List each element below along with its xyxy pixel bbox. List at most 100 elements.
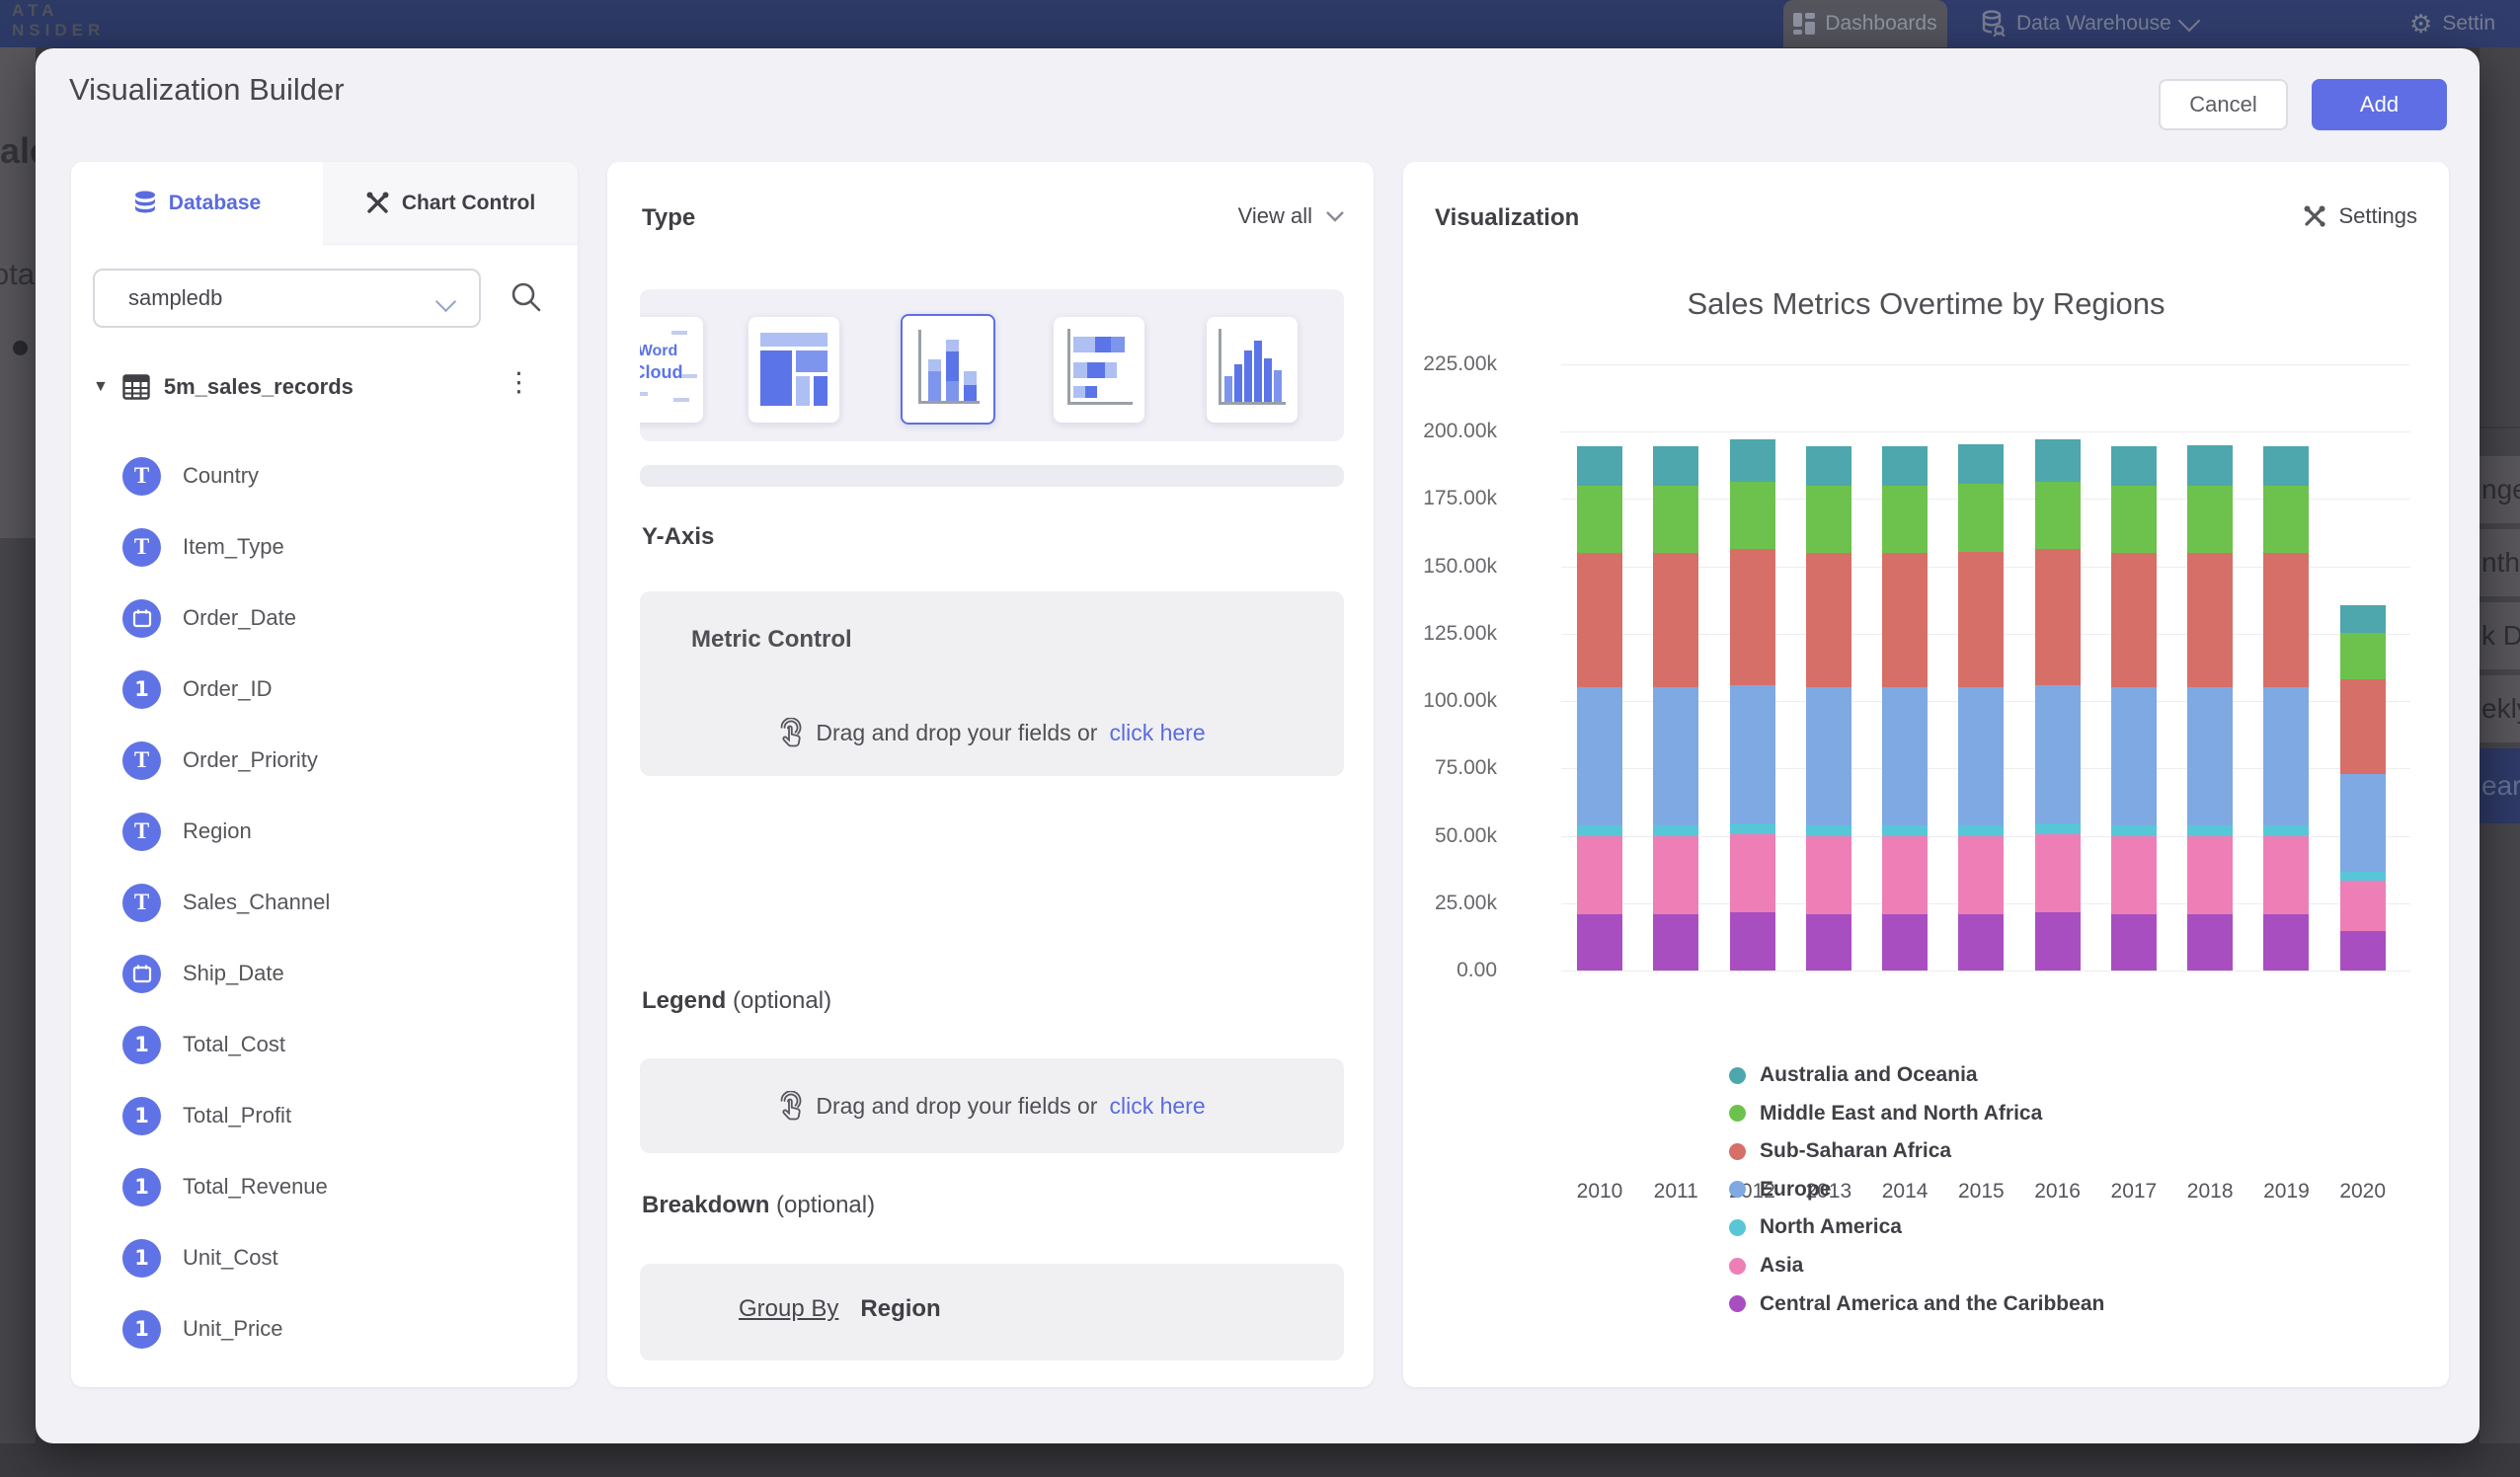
bar-segment [1730, 439, 1775, 481]
field-item-total_profit[interactable]: 1Total_Profit [122, 1086, 291, 1145]
y-axis-tick-label: 100.00k [1378, 689, 1497, 713]
bar-segment [2111, 553, 2157, 687]
cancel-button[interactable]: Cancel [2159, 79, 2288, 130]
bar-segment [2263, 486, 2309, 553]
text-field-icon: T [122, 741, 161, 780]
y-axis-heading: Y-Axis [642, 523, 714, 551]
tab-chart-control[interactable]: Chart Control [323, 162, 578, 245]
field-label: Unit_Price [183, 1316, 282, 1342]
bar-segment [1882, 553, 1928, 687]
field-item-order_id[interactable]: 1Order_ID [122, 660, 272, 719]
bar-segment [1958, 836, 2004, 914]
legend-label: Australia and Oceania [1760, 1063, 1978, 1087]
stacked-bar-2015 [1958, 364, 2004, 971]
bar-segment [2340, 881, 2386, 932]
field-item-country[interactable]: TCountry [122, 446, 259, 505]
chart-type-column[interactable] [1207, 317, 1298, 423]
legend-label: Central America and the Caribbean [1760, 1292, 2104, 1316]
y-axis-tick-label: 150.00k [1378, 555, 1497, 579]
bar-segment [2035, 482, 2081, 549]
bar-segment [2035, 912, 2081, 971]
builder-panel: Type View all Word Cloud Y-Axis Metric C… [607, 162, 1374, 1387]
bar-segment [2340, 774, 2386, 873]
caret-down-icon[interactable]: ▼ [93, 378, 109, 396]
view-all-dropdown[interactable]: View all [1238, 203, 1344, 229]
field-item-unit_cost[interactable]: 1Unit_Cost [122, 1228, 278, 1287]
visualization-builder-modal: Visualization Builder Cancel Add Databas… [36, 48, 2480, 1443]
chart-settings-button[interactable]: Settings [2302, 203, 2418, 229]
horizontal-scrollbar[interactable] [640, 465, 1344, 487]
field-item-total_revenue[interactable]: 1Total_Revenue [122, 1157, 328, 1216]
legend-item: Europe [1729, 1178, 1831, 1202]
bar-segment [1577, 914, 1622, 971]
y-axis-tick-label: 125.00k [1378, 622, 1497, 646]
field-item-total_cost[interactable]: 1Total_Cost [122, 1015, 285, 1074]
number-field-icon: 1 [122, 670, 161, 709]
bar-segment [2035, 823, 2081, 834]
bar-segment [1653, 687, 1698, 824]
click-here-link[interactable]: click here [1109, 1093, 1205, 1120]
chart-type-stacked-bar[interactable] [1054, 317, 1144, 423]
group-by-value[interactable]: Region [860, 1295, 940, 1323]
table-name: 5m_sales_records [164, 374, 354, 400]
bar-segment [1806, 825, 1851, 836]
bar-segment [1882, 486, 1928, 553]
chart-type-treemap[interactable] [748, 317, 839, 423]
bar-segment [1730, 685, 1775, 824]
visualization-panel: Visualization Settings Sales Metrics Ove… [1403, 162, 2449, 1387]
background-list-item: nthly [2480, 529, 2520, 596]
database-select[interactable]: sampledb [93, 269, 481, 328]
field-label: Item_Type [183, 534, 284, 560]
field-item-sales_channel[interactable]: TSales_Channel [122, 873, 330, 932]
chart-type-word-cloud[interactable]: Word Cloud [640, 317, 703, 423]
word-cloud-word: Cloud [640, 362, 703, 383]
bar-segment [2111, 687, 2157, 824]
number-field-icon: 1 [122, 1168, 161, 1206]
field-item-region[interactable]: TRegion [122, 802, 252, 861]
legend-dropzone[interactable]: Drag and drop your fields or click here [640, 1058, 1344, 1153]
chevron-down-icon [2177, 10, 2200, 33]
search-icon[interactable] [510, 280, 543, 314]
bar-segment [2187, 914, 2233, 971]
drag-drop-text: Drag and drop your fields or [816, 720, 1097, 746]
field-item-ship_date[interactable]: Ship_Date [122, 944, 284, 1003]
x-axis-tick-label: 2017 [2094, 1180, 2173, 1204]
metric-control-label: Metric Control [691, 626, 852, 654]
table-menu-kebab-icon[interactable]: ⋮ [506, 367, 532, 398]
stacked-bar-2012 [1730, 364, 1775, 971]
nav-settings[interactable]: ⚙ Settin [2409, 0, 2495, 47]
tab-database[interactable]: Database [71, 162, 323, 245]
chart-type-stacked-column[interactable] [901, 314, 995, 425]
bar-segment [2187, 445, 2233, 485]
field-item-unit_price[interactable]: 1Unit_Price [122, 1299, 282, 1359]
legend-heading: Legend (optional) [642, 987, 831, 1015]
breakdown-heading: Breakdown (optional) [642, 1192, 875, 1219]
settings-tools-icon [2302, 203, 2327, 229]
legend-item: Sub-Saharan Africa [1729, 1139, 1951, 1163]
group-by-link[interactable]: Group By [739, 1295, 838, 1323]
y-axis-tick-label: 50.00k [1378, 824, 1497, 848]
text-field-icon: T [122, 528, 161, 567]
logo-line-2: NSIDER [12, 21, 105, 40]
bar-segment [1577, 836, 1622, 914]
modal-title: Visualization Builder [69, 72, 345, 108]
view-all-label: View all [1238, 203, 1312, 229]
stacked-bar-2011 [1653, 364, 1698, 971]
click-here-link[interactable]: click here [1109, 720, 1205, 746]
legend-dot [1729, 1181, 1746, 1198]
bar-segment [1730, 823, 1775, 834]
nav-dashboards[interactable]: Dashboards [1783, 0, 1947, 47]
field-item-order_date[interactable]: Order_Date [122, 588, 296, 648]
table-tree-header[interactable]: ▼ 5m_sales_records [93, 365, 354, 409]
nav-data-warehouse[interactable]: Data Warehouse [1981, 0, 2197, 47]
bar-segment [2111, 825, 2157, 836]
field-item-item_type[interactable]: T Item_Type [122, 517, 284, 577]
breakdown-dropzone[interactable]: Group By Region [640, 1264, 1344, 1360]
metric-control-dropzone[interactable]: Metric Control Drag and drop your fields… [640, 591, 1344, 776]
legend-dot [1729, 1295, 1746, 1312]
add-button[interactable]: Add [2312, 79, 2447, 130]
y-axis-tick-label: 0.00 [1378, 959, 1497, 982]
table-icon [122, 374, 150, 400]
bar-segment [2187, 687, 2233, 824]
field-item-order_priority[interactable]: TOrder_Priority [122, 731, 318, 790]
